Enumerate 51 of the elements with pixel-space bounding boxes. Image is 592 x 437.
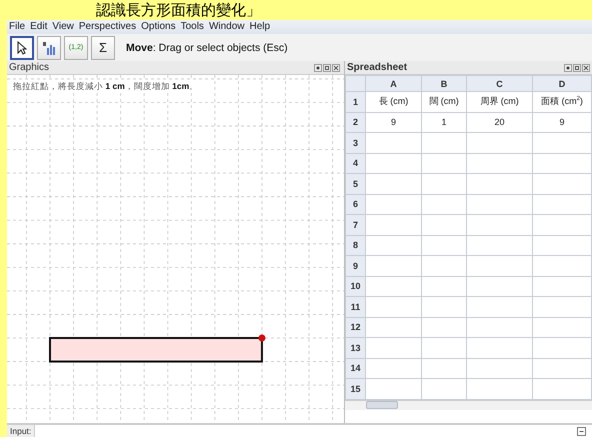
row-header[interactable]: 11 [346, 296, 366, 317]
table-cell: 20 [466, 112, 532, 132]
table-cell: 闊 (cm) [422, 92, 466, 112]
row-header[interactable]: 13 [346, 338, 366, 358]
sum-tool-button[interactable]: Σ [91, 36, 115, 60]
row-header[interactable]: 6 [346, 194, 366, 214]
menu-item[interactable]: Help [250, 20, 270, 34]
cursor-arrow-icon [17, 40, 27, 54]
row-header[interactable]: 15 [346, 378, 366, 399]
slide-title: 認識長方形面積的變化」 [95, 0, 262, 20]
row-header[interactable]: 14 [346, 358, 366, 378]
menu-item[interactable]: Tools [180, 20, 204, 34]
column-header[interactable]: B [422, 76, 466, 92]
menu-item[interactable]: Edit [30, 20, 48, 34]
menu-item[interactable]: Window [208, 20, 245, 34]
point-marker[interactable] [258, 334, 266, 342]
panel-title: Spreadsheet [347, 62, 408, 73]
row-header[interactable]: 3 [346, 132, 366, 153]
row-header[interactable]: 12 [346, 317, 366, 338]
move-tool-button[interactable] [10, 36, 34, 60]
row-header[interactable]: 9 [346, 256, 366, 276]
rectangle-shape[interactable] [49, 337, 263, 363]
table-cell: 周界 (cm) [466, 92, 532, 112]
view-controls-icon[interactable] [564, 64, 590, 72]
row-header[interactable]: 8 [346, 235, 366, 256]
column-header[interactable]: D [532, 76, 592, 92]
table-cell: 9 [532, 112, 592, 132]
bar-chart-icon [42, 40, 56, 54]
column-header[interactable]: C [466, 76, 532, 92]
menu-item[interactable]: Options [141, 20, 176, 34]
table-cell: 面積 (cm$^{2}$) [532, 92, 592, 112]
row-header[interactable]: 5 [346, 174, 366, 194]
tool-hint: Move: Drag or select objects (Esc) [126, 42, 288, 54]
view-controls-icon[interactable] [314, 64, 340, 72]
panel-title: Graphics [9, 62, 50, 73]
row-header[interactable]: 4 [346, 153, 366, 174]
table-cell: 長 (cm) [366, 92, 422, 112]
row-header[interactable]: 1 [346, 92, 366, 112]
row-header[interactable]: 7 [346, 214, 366, 235]
menu-item[interactable]: File [9, 20, 26, 34]
menu-item[interactable]: Perspectives [78, 20, 136, 34]
row-header[interactable]: 10 [346, 276, 366, 296]
graphics-canvas[interactable]: 拖拉紅點，將長度減小 1 cm，闊度增加 1cm。 [7, 75, 344, 423]
input-label: Input: [7, 425, 36, 437]
table-cell: 9 [366, 112, 422, 132]
menu-item[interactable]: View [52, 20, 74, 34]
column-header[interactable]: A [366, 76, 422, 92]
chart-tool-button[interactable] [37, 36, 61, 60]
row-header[interactable]: 2 [346, 112, 366, 132]
scrollbar-thumb[interactable] [366, 401, 398, 409]
table-cell: 1 [422, 112, 466, 132]
